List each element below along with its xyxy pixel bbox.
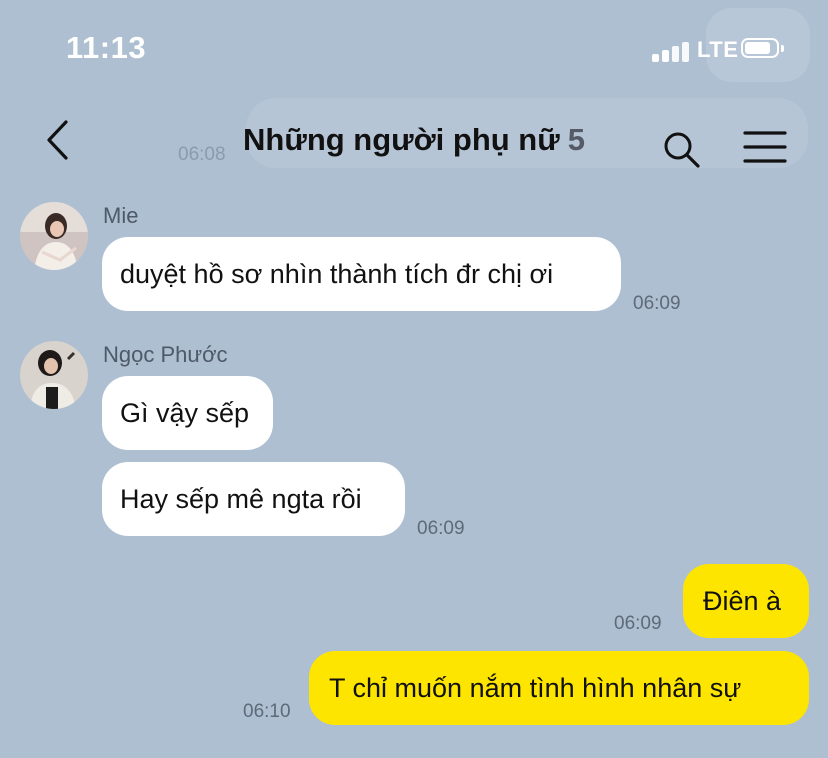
message-text: Điên à: [703, 585, 782, 616]
message-time: 06:09: [614, 613, 662, 634]
message-text: Gì vậy sếp: [120, 397, 250, 428]
network-label: LTE: [697, 37, 739, 62]
message-text: Hay sếp mê ngta rồi: [120, 483, 362, 514]
member-count: 5: [567, 122, 585, 157]
search-button[interactable]: [660, 128, 704, 170]
battery-icon: [741, 38, 785, 60]
sender-name: Ngọc Phước: [103, 342, 228, 367]
menu-button[interactable]: [742, 128, 788, 166]
message-text: T chỉ muốn nắm tình hình nhân sự: [329, 672, 742, 703]
signal-icon: [652, 40, 692, 62]
message-bubble-own[interactable]: T chỉ muốn nắm tình hình nhân sự: [309, 651, 809, 725]
message-time: 06:09: [633, 293, 681, 314]
message-bubble[interactable]: duyệt hồ sơ nhìn thành tích đr chị ơi: [102, 237, 621, 311]
avatar-ngoc-phuoc[interactable]: [20, 341, 88, 409]
message-time: 06:10: [243, 701, 291, 722]
message-bubble-own[interactable]: Điên à: [683, 564, 809, 638]
avatar-mie[interactable]: [20, 202, 88, 270]
chat-name: Những người phụ nữ: [243, 122, 560, 157]
sender-name: Mie: [103, 203, 139, 228]
menu-icon: [743, 131, 787, 163]
search-icon: [664, 132, 700, 168]
message-bubble[interactable]: Gì vậy sếp: [102, 376, 273, 450]
message-bubble[interactable]: Hay sếp mê ngta rồi: [102, 462, 405, 536]
message-text: duyệt hồ sơ nhìn thành tích đr chị ơi: [120, 258, 554, 289]
message-time: 06:09: [417, 518, 465, 539]
status-time: 11:13: [66, 30, 147, 65]
